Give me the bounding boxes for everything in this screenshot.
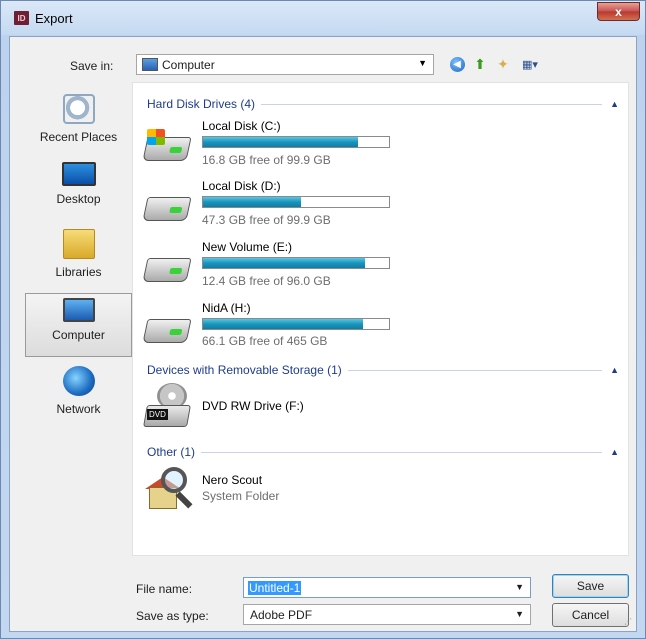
network-icon — [62, 366, 95, 396]
group-header-removable[interactable]: Devices with Removable Storage (1) ▲ — [147, 363, 619, 377]
group-header-other[interactable]: Other (1) ▲ — [147, 445, 619, 459]
place-label: Recent Places — [39, 130, 118, 144]
place-computer[interactable]: Computer — [25, 293, 132, 357]
magnifier-handle — [175, 491, 193, 509]
drive-usage-bar — [202, 257, 390, 269]
place-network[interactable]: Network — [25, 362, 132, 426]
place-libraries[interactable]: Libraries — [25, 225, 132, 289]
drive-usage-bar — [202, 196, 390, 208]
drive-free-space: 66.1 GB free of 465 GB — [202, 334, 328, 348]
chevron-down-icon: ▼ — [418, 58, 427, 68]
place-desktop[interactable]: Desktop — [25, 158, 132, 222]
nero-scout-type: System Folder — [202, 489, 280, 503]
windows-logo-icon — [147, 129, 165, 145]
group-divider — [201, 451, 603, 453]
group-divider — [347, 369, 603, 371]
dvd-drive-icon: DVD — [143, 383, 191, 431]
libraries-icon — [62, 229, 95, 259]
resize-grip-icon[interactable]: ⋰ — [624, 618, 634, 629]
dvd-drive-name: DVD RW Drive (F:) — [202, 399, 304, 413]
place-label: Network — [56, 402, 101, 416]
file-name-input[interactable]: Untitled-1 ▼ — [243, 577, 531, 598]
save-in-value: Computer — [162, 58, 215, 72]
chevron-down-icon[interactable]: ▼ — [515, 582, 524, 592]
up-folder-button[interactable]: ⬆ — [469, 54, 491, 74]
back-button[interactable]: ◀ — [446, 54, 468, 74]
place-recent-places[interactable]: Recent Places — [25, 90, 132, 154]
hard-disk-icon — [142, 197, 192, 221]
drive-item-e[interactable]: New Volume (E:) 12.4 GB free of 96.0 GB — [142, 240, 605, 300]
title-bar: ID Export x — [1, 1, 645, 35]
drive-item-d[interactable]: Local Disk (D:) 47.3 GB free of 99.9 GB — [142, 179, 605, 239]
save-in-dropdown[interactable]: Computer ▼ — [136, 54, 434, 75]
drive-name: Local Disk (C:) — [202, 119, 281, 133]
file-list-pane: Hard Disk Drives (4) ▲ Local Disk (C:) 1… — [132, 82, 629, 556]
file-name-label: File name: — [136, 582, 193, 596]
computer-icon — [142, 58, 158, 71]
drive-usage-fill — [203, 258, 365, 268]
group-header-hard-disks[interactable]: Hard Disk Drives (4) ▲ — [147, 97, 619, 111]
dvd-drive-item[interactable]: DVD DVD RW Drive (F:) — [143, 383, 605, 443]
recent-places-icon — [62, 94, 95, 124]
drive-item-h[interactable]: NidA (H:) 66.1 GB free of 465 GB — [142, 301, 605, 361]
place-label: Libraries — [55, 265, 102, 279]
magnifier-icon — [161, 467, 187, 493]
close-button[interactable]: x — [597, 2, 640, 21]
collapse-icon[interactable]: ▲ — [610, 447, 619, 457]
drive-item-c[interactable]: Local Disk (C:) 16.8 GB free of 99.9 GB — [142, 119, 605, 179]
drive-usage-fill — [203, 197, 302, 207]
dvd-badge: DVD — [147, 409, 168, 420]
save-button[interactable]: Save — [552, 574, 629, 598]
group-title: Other (1) — [147, 445, 196, 459]
save-as-type-dropdown[interactable]: Adobe PDF ▼ — [243, 604, 531, 625]
desktop-icon — [61, 162, 96, 186]
place-label: Computer — [52, 328, 105, 342]
app-icon: ID — [14, 11, 29, 25]
computer-icon — [62, 298, 95, 322]
views-menu-button[interactable]: ▦▾ — [516, 54, 544, 74]
views-icon: ▦▾ — [522, 58, 538, 71]
drive-usage-bar — [202, 136, 390, 148]
group-title: Devices with Removable Storage (1) — [147, 363, 342, 377]
drive-free-space: 47.3 GB free of 99.9 GB — [202, 213, 331, 227]
save-as-type-label: Save as type: — [136, 609, 209, 623]
nero-scout-icon — [145, 467, 193, 515]
new-folder-button[interactable]: ✦ — [492, 54, 514, 74]
nero-scout-name: Nero Scout — [202, 473, 263, 487]
hard-disk-icon — [142, 258, 192, 282]
nero-scout-item[interactable]: Nero Scout System Folder — [145, 467, 605, 527]
chevron-down-icon: ▼ — [515, 609, 524, 619]
export-dialog: ID Export x Save in: Computer ▼ ◀ ⬆ ✦ ▦▾… — [0, 0, 646, 639]
drive-name: NidA (H:) — [202, 301, 251, 315]
drive-name: Local Disk (D:) — [202, 179, 281, 193]
up-folder-icon: ⬆ — [474, 55, 486, 72]
save-as-type-value: Adobe PDF — [250, 608, 313, 622]
collapse-icon[interactable]: ▲ — [610, 99, 619, 109]
save-in-label: Save in: — [70, 59, 114, 73]
drive-usage-bar — [202, 318, 390, 330]
group-divider — [261, 103, 603, 105]
new-folder-icon: ✦ — [497, 55, 509, 72]
collapse-icon[interactable]: ▲ — [610, 365, 619, 375]
group-title: Hard Disk Drives (4) — [147, 97, 256, 111]
hard-disk-icon — [142, 319, 192, 343]
drive-free-space: 12.4 GB free of 96.0 GB — [202, 274, 331, 288]
file-name-value: Untitled-1 — [248, 581, 302, 595]
places-bar: Recent Places Desktop Libraries Computer… — [25, 82, 132, 537]
place-label: Desktop — [56, 192, 101, 206]
cancel-button[interactable]: Cancel — [552, 603, 629, 627]
drive-free-space: 16.8 GB free of 99.9 GB — [202, 153, 331, 167]
drive-usage-fill — [203, 319, 363, 329]
window-title: Export — [35, 11, 73, 26]
dialog-body: Save in: Computer ▼ ◀ ⬆ ✦ ▦▾ Recent Plac… — [9, 36, 637, 632]
back-arrow-icon: ◀ — [449, 56, 465, 72]
drive-usage-fill — [203, 137, 358, 147]
drive-name: New Volume (E:) — [202, 240, 293, 254]
